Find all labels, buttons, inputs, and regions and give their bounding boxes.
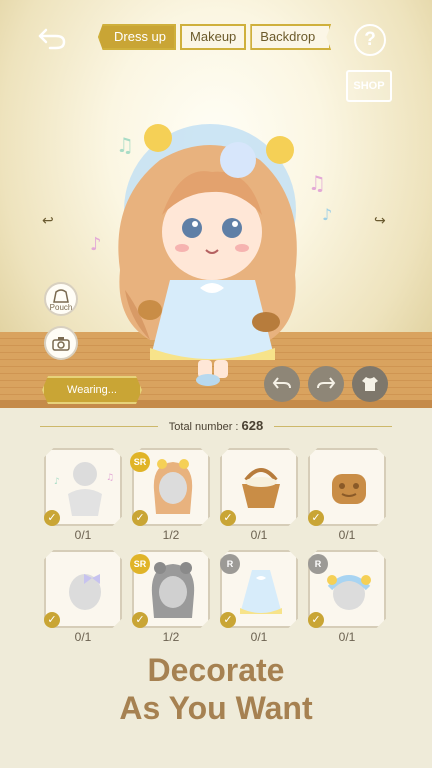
rarity-badge: R bbox=[220, 554, 240, 574]
pouch-button[interactable]: Pouch bbox=[44, 282, 78, 316]
avatar-character: ♫ ♫ ♪ ♪ bbox=[90, 124, 332, 386]
item-count: 0/1 bbox=[74, 528, 92, 542]
item-count: 1/2 bbox=[162, 630, 180, 644]
back-button[interactable] bbox=[36, 24, 68, 52]
divider bbox=[40, 426, 158, 427]
help-button[interactable]: ? bbox=[354, 24, 386, 56]
check-icon: ✓ bbox=[44, 510, 60, 526]
pouch-icon bbox=[53, 289, 69, 303]
rotate-left-icon[interactable]: ↩ bbox=[42, 212, 54, 229]
total-number: Total number : 628 bbox=[40, 418, 392, 434]
redo-icon bbox=[317, 377, 336, 389]
check-icon: ✓ bbox=[132, 612, 148, 628]
outfit-button[interactable] bbox=[352, 366, 388, 402]
category-tabs: Dress up Makeup Backdrop bbox=[98, 24, 332, 50]
undo-icon bbox=[272, 377, 291, 389]
check-icon: ✓ bbox=[132, 510, 148, 526]
svg-text:♫: ♫ bbox=[116, 133, 134, 157]
tab-dress-up[interactable]: Dress up bbox=[98, 24, 177, 50]
tagline-line-2: As You Want bbox=[119, 690, 313, 726]
total-number-value: 628 bbox=[241, 418, 264, 433]
tab-makeup[interactable]: Makeup bbox=[180, 24, 247, 50]
divider bbox=[274, 426, 392, 427]
svg-text:♫: ♫ bbox=[308, 171, 326, 195]
item-count: 0/1 bbox=[250, 528, 268, 542]
undo-button[interactable] bbox=[264, 366, 300, 402]
check-icon: ✓ bbox=[220, 510, 236, 526]
rarity-badge: R bbox=[308, 554, 328, 574]
pouch-label: Pouch bbox=[49, 303, 73, 312]
check-icon: ✓ bbox=[220, 612, 236, 628]
svg-text:♪: ♪ bbox=[322, 205, 332, 224]
svg-text:♪: ♪ bbox=[90, 234, 102, 255]
total-number-label: Total number : bbox=[168, 421, 239, 433]
item-count: 1/2 bbox=[162, 528, 180, 542]
back-arrow-icon bbox=[38, 28, 66, 50]
tab-backdrop[interactable]: Backdrop bbox=[250, 24, 332, 50]
check-icon: ✓ bbox=[308, 612, 324, 628]
rarity-badge: SR bbox=[130, 554, 150, 574]
item-count: 0/1 bbox=[338, 630, 356, 644]
item-count: 0/1 bbox=[74, 630, 92, 644]
check-icon: ✓ bbox=[308, 510, 324, 526]
outfit-icon bbox=[362, 377, 378, 391]
item-count: 0/1 bbox=[250, 630, 268, 644]
item-count: 0/1 bbox=[338, 528, 356, 542]
avatar-stage: ♫ ♫ ♪ ♪ Dress up Makeup Backdrop ? SHOP … bbox=[0, 0, 432, 408]
rotate-right-icon[interactable]: ↪ bbox=[374, 212, 386, 229]
camera-button[interactable] bbox=[44, 326, 78, 360]
check-icon: ✓ bbox=[44, 612, 60, 628]
rarity-badge: SR bbox=[130, 452, 150, 472]
wearing-button[interactable]: Wearing... bbox=[42, 376, 142, 404]
camera-icon bbox=[52, 337, 70, 351]
svg-text:♪: ♪ bbox=[54, 477, 60, 487]
svg-text:♫: ♫ bbox=[106, 473, 114, 483]
tagline-line-1: Decorate bbox=[147, 652, 285, 688]
shop-button[interactable]: SHOP bbox=[346, 70, 392, 102]
redo-button[interactable] bbox=[308, 366, 344, 402]
